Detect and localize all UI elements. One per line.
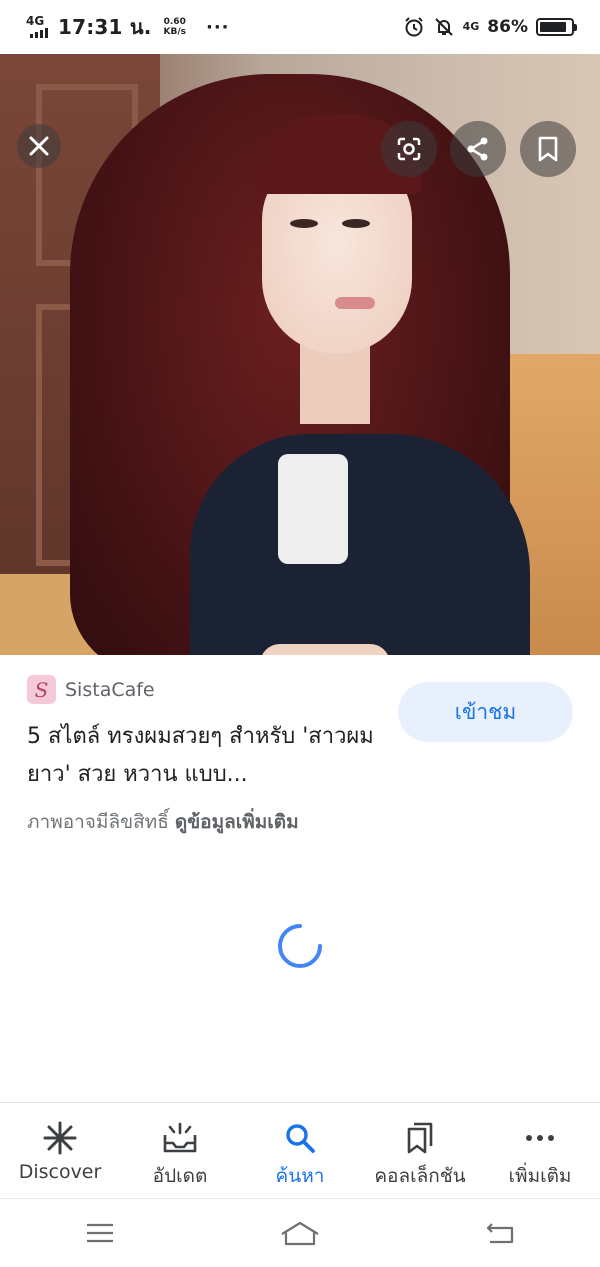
google-lens-icon [397, 137, 421, 161]
nav-search[interactable]: ค้นหา [240, 1103, 360, 1198]
result-image[interactable] [0, 54, 600, 655]
menu-lines-icon [87, 1223, 113, 1243]
notifications-off-icon [433, 16, 455, 38]
more-notifications-icon: ··· [205, 16, 230, 38]
result-title[interactable]: 5 สไตล์ ทรงผมสวยๆ สำหรับ 'สาวผมยาว' สวย … [27, 718, 387, 794]
clock: 17:31 น. [58, 15, 152, 39]
source-name: SistaCafe [65, 678, 155, 701]
status-bar: 4G 17:31 น. 0.60 KB/s ··· 4G 86% [0, 0, 600, 54]
back-button[interactable] [470, 1213, 530, 1253]
visit-button[interactable]: เข้าชม [398, 682, 573, 742]
bookmark-icon [538, 136, 558, 162]
bottom-navigation: Discover อัปเดต ค้นหา คอลเล็กชัน เพิ่มเต… [0, 1102, 600, 1198]
copyright-notice: ภาพอาจมีลิขสิทธิ์ ดูข้อมูลเพิ่มเติม [27, 807, 299, 837]
close-icon [29, 136, 49, 156]
more-dots-icon [526, 1135, 554, 1141]
loading-spinner-icon [278, 924, 322, 968]
system-navigation-bar [0, 1198, 600, 1267]
battery-icon [536, 18, 577, 36]
source-logo: S [27, 675, 56, 704]
home-button[interactable] [270, 1213, 330, 1253]
signal-icon: 4G [26, 14, 52, 38]
collections-icon [407, 1122, 433, 1154]
recent-apps-button[interactable] [70, 1213, 130, 1253]
share-icon [467, 137, 488, 161]
back-icon [486, 1223, 514, 1244]
alarm-icon [403, 16, 425, 38]
nav-collections[interactable]: คอลเล็กชัน [360, 1103, 480, 1198]
nav-label: ค้นหา [275, 1165, 325, 1187]
nav-updates[interactable]: อัปเดต [120, 1103, 240, 1198]
copyright-text: ภาพอาจมีลิขสิทธิ์ [27, 811, 169, 833]
mobile-data-indicator: 4G [462, 20, 480, 33]
network-type: 4G [26, 14, 45, 28]
close-button[interactable] [17, 124, 61, 168]
more-info-link[interactable]: ดูข้อมูลเพิ่มเติม [175, 811, 299, 833]
nav-discover[interactable]: Discover [0, 1103, 120, 1198]
nav-more[interactable]: เพิ่มเติม [480, 1103, 600, 1198]
asterisk-icon [43, 1121, 77, 1155]
google-lens-button[interactable] [381, 121, 437, 177]
network-speed: 0.60 KB/s [164, 17, 186, 37]
speed-value: 0.60 [163, 17, 186, 27]
battery-percent: 86% [487, 17, 528, 37]
source-row[interactable]: S SistaCafe [27, 675, 155, 704]
home-icon [281, 1221, 319, 1246]
save-button[interactable] [520, 121, 576, 177]
nav-label: Discover [18, 1161, 102, 1183]
nav-label: คอลเล็กชัน [374, 1165, 466, 1187]
speed-unit: KB/s [163, 27, 186, 37]
nav-label: เพิ่มเติม [508, 1165, 572, 1187]
share-button[interactable] [450, 121, 506, 177]
updates-icon [163, 1122, 197, 1153]
search-icon [286, 1124, 315, 1153]
nav-label: อัปเดต [152, 1165, 208, 1187]
